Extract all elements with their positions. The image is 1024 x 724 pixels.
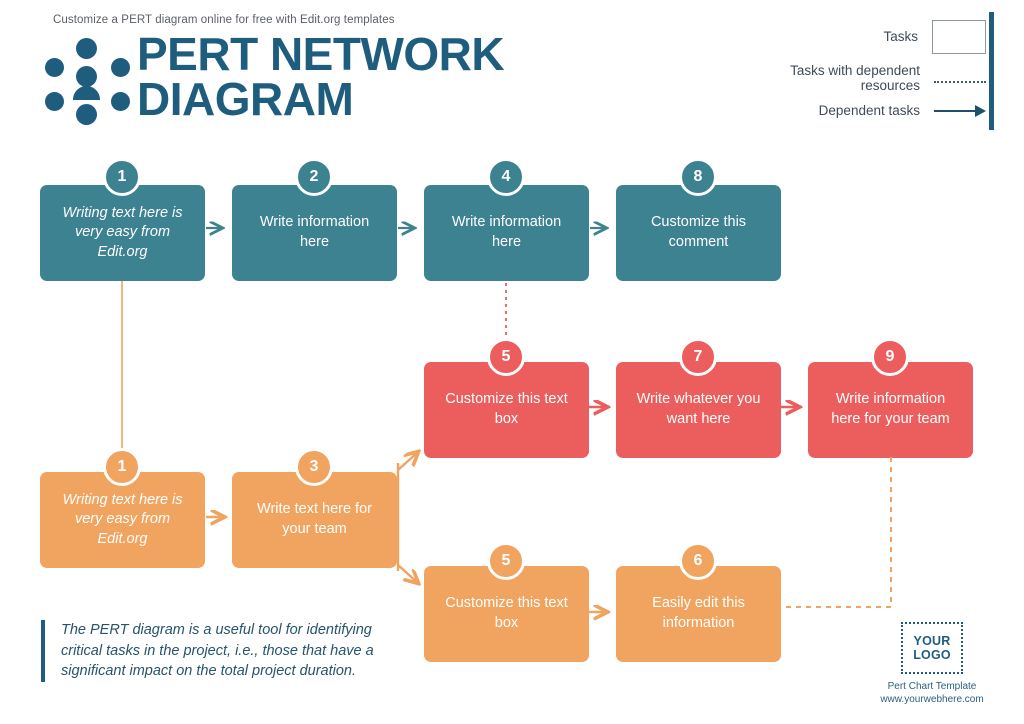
logo-line1: YOUR xyxy=(913,633,951,648)
legend-label-tasks: Tasks xyxy=(883,28,918,44)
legend: Tasks Tasks with dependent resources Dep… xyxy=(736,20,986,129)
node-t2[interactable]: Write information here xyxy=(232,185,397,281)
node-o1[interactable]: Writing text here is very easy from Edit… xyxy=(40,472,205,568)
node-o5-text: Customize this text box xyxy=(445,595,568,631)
node-o1-badge: 1 xyxy=(103,448,141,486)
node-r7[interactable]: Write whatever you want here xyxy=(616,362,781,458)
legend-label-dependent-tasks: Dependent tasks xyxy=(818,102,920,118)
legend-label-dependent-resources: Tasks with dependent resources xyxy=(790,63,920,93)
node-o3-text: Write text here for your team xyxy=(257,501,372,537)
node-o3[interactable]: Write text here for your team xyxy=(232,472,397,568)
node-t4-number: 4 xyxy=(501,168,511,185)
quote-text: The PERT diagram is a useful tool for id… xyxy=(41,620,381,682)
node-r9-number: 9 xyxy=(885,348,895,365)
node-o6-text: Easily edit this information xyxy=(652,595,745,631)
node-o1-text: Writing text here is very easy from Edit… xyxy=(62,491,183,547)
node-o1-number: 1 xyxy=(117,458,127,475)
legend-divider xyxy=(989,12,994,130)
legend-item-dependent-resources: Tasks with dependent resources xyxy=(736,63,986,94)
footer-website: www.yourwebhere.com xyxy=(880,694,984,705)
node-o3-badge: 3 xyxy=(295,448,333,486)
node-t8[interactable]: Customize this comment xyxy=(616,185,781,281)
node-r5[interactable]: Customize this text box xyxy=(424,362,589,458)
node-t4-badge: 4 xyxy=(487,158,525,196)
logo-placeholder-box: YOUR LOGO xyxy=(901,622,963,674)
node-o5-number: 5 xyxy=(501,552,511,569)
node-r5-badge: 5 xyxy=(487,338,525,376)
page-title-line2: DIAGRAM xyxy=(137,72,354,125)
footer-caption: Pert Chart Template xyxy=(887,681,977,692)
node-o6-badge: 6 xyxy=(679,542,717,580)
arrow-o3-o5 xyxy=(397,564,418,583)
footer-logo: YOUR LOGO Pert Chart Template www.yourwe… xyxy=(862,622,1002,706)
legend-swatch-arrow-icon xyxy=(934,104,986,118)
node-o3-number: 3 xyxy=(309,458,319,475)
arrow-o3-r5 xyxy=(397,452,418,471)
node-r7-badge: 7 xyxy=(679,338,717,376)
node-t2-text: Write information here xyxy=(259,214,370,250)
node-t4-text: Write information here xyxy=(451,214,562,250)
node-t2-badge: 2 xyxy=(295,158,333,196)
page-tagline: Customize a PERT diagram online for free… xyxy=(53,14,395,26)
node-t2-number: 2 xyxy=(309,168,319,185)
legend-swatch-box-icon xyxy=(932,20,986,54)
node-r5-text: Customize this text box xyxy=(445,391,568,427)
node-t1-text: Writing text here is very easy from Edit… xyxy=(62,204,183,260)
node-r5-number: 5 xyxy=(501,348,511,365)
dependency-r9-o6 xyxy=(781,457,892,608)
page-title: PERT NETWORK DIAGRAM xyxy=(137,31,505,125)
node-o6[interactable]: Easily edit this information xyxy=(616,566,781,662)
legend-item-tasks: Tasks xyxy=(736,20,986,54)
node-r7-number: 7 xyxy=(693,348,703,365)
node-o5-badge: 5 xyxy=(487,542,525,580)
logo-line2: LOGO xyxy=(913,648,951,662)
legend-item-dependent-tasks: Dependent tasks xyxy=(736,102,986,119)
node-t8-badge: 8 xyxy=(679,158,717,196)
node-t1-number: 1 xyxy=(117,168,127,185)
node-t1[interactable]: Writing text here is very easy from Edit… xyxy=(40,185,205,281)
node-r9-text: Write information here for your team xyxy=(831,391,950,427)
node-t4[interactable]: Write information here xyxy=(424,185,589,281)
node-t8-number: 8 xyxy=(693,168,703,185)
legend-swatch-dotted-line-icon xyxy=(934,80,986,83)
node-r9[interactable]: Write information here for your team xyxy=(808,362,973,458)
node-r7-text: Write whatever you want here xyxy=(636,391,761,427)
node-r9-badge: 9 xyxy=(871,338,909,376)
logo-dots-icon xyxy=(45,36,137,125)
node-o5[interactable]: Customize this text box xyxy=(424,566,589,662)
pert-diagram-page: Customize a PERT diagram online for free… xyxy=(0,0,1024,724)
node-t1-badge: 1 xyxy=(103,158,141,196)
node-o6-number: 6 xyxy=(693,552,703,569)
node-t8-text: Customize this comment xyxy=(650,214,747,250)
